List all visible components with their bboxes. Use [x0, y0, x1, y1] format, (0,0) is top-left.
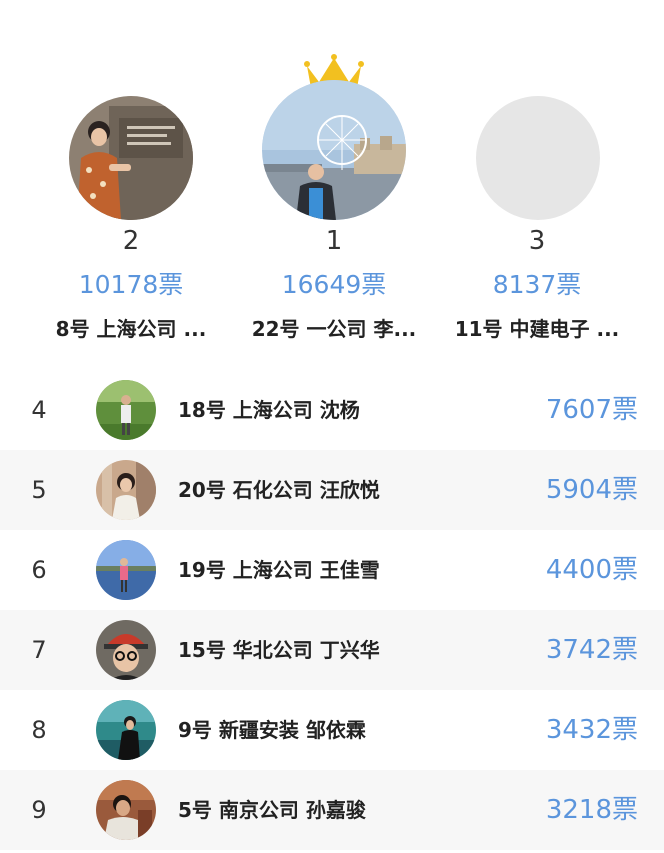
- avatar[interactable]: [476, 96, 600, 220]
- rank-number: 8: [31, 716, 47, 744]
- list-item[interactable]: 8 9号 新疆安装 邹依霖 3432票: [0, 690, 664, 770]
- avatar[interactable]: [69, 96, 193, 220]
- participant-name: 9号 新疆安装 邹依霖: [178, 718, 366, 742]
- avatar[interactable]: [96, 780, 156, 840]
- participant-name: 19号 上海公司 王佳雪: [178, 558, 380, 582]
- podium-rank: 2: [122, 226, 140, 256]
- rank-number: 6: [31, 556, 47, 584]
- vote-count: 5904票: [545, 475, 638, 505]
- top-three-podium: 2 10178票 8号 上海公司 ... 1 16649票 22号 一公司 李.…: [0, 0, 664, 370]
- rank-number: 9: [31, 796, 47, 824]
- participant-name: 20号 石化公司 汪欣悦: [178, 478, 380, 502]
- podium-second[interactable]: 2 10178票 8号 上海公司 ...: [31, 0, 231, 360]
- avatar[interactable]: [96, 620, 156, 680]
- vote-count: 3432票: [545, 715, 638, 745]
- podium-rank: 1: [325, 226, 343, 256]
- vote-count: 7607票: [545, 395, 638, 425]
- vote-count: 4400票: [545, 555, 638, 585]
- participant-name: 15号 华北公司 丁兴华: [178, 638, 380, 662]
- podium-votes: 16649票: [281, 270, 387, 299]
- avatar[interactable]: [96, 460, 156, 520]
- rank-number: 4: [31, 396, 47, 424]
- ranking-list: 4 18号 上海公司 沈杨 7607票 5 20号 石化公司 汪欣悦 5904票…: [0, 370, 664, 850]
- podium-name[interactable]: 11号 中建电子 ...: [417, 314, 657, 344]
- podium-first[interactable]: 1 16649票 22号 一公司 李...: [234, 0, 434, 360]
- podium-votes: 8137票: [492, 270, 582, 299]
- participant-name: 18号 上海公司 沈杨: [178, 398, 360, 422]
- list-item[interactable]: 4 18号 上海公司 沈杨 7607票: [0, 370, 664, 450]
- podium-votes: 10178票: [78, 270, 184, 299]
- list-item[interactable]: 5 20号 石化公司 汪欣悦 5904票: [0, 450, 664, 530]
- avatar[interactable]: [96, 700, 156, 760]
- vote-count: 3218票: [545, 795, 638, 825]
- avatar[interactable]: [262, 80, 406, 220]
- podium-third[interactable]: 3 8137票 11号 中建电子 ...: [437, 0, 637, 360]
- podium-rank: 3: [528, 226, 546, 256]
- rank-number: 5: [31, 476, 47, 504]
- list-item[interactable]: 6 19号 上海公司 王佳雪 4400票: [0, 530, 664, 610]
- vote-count: 3742票: [545, 635, 638, 665]
- avatar[interactable]: [96, 540, 156, 600]
- participant-name: 5号 南京公司 孙嘉骏: [178, 798, 366, 822]
- list-item[interactable]: 9 5号 南京公司 孙嘉骏 3218票: [0, 770, 664, 850]
- avatar[interactable]: [96, 380, 156, 440]
- rank-number: 7: [31, 636, 47, 664]
- list-item[interactable]: 7 15号 华北公司 丁兴华 3742票: [0, 610, 664, 690]
